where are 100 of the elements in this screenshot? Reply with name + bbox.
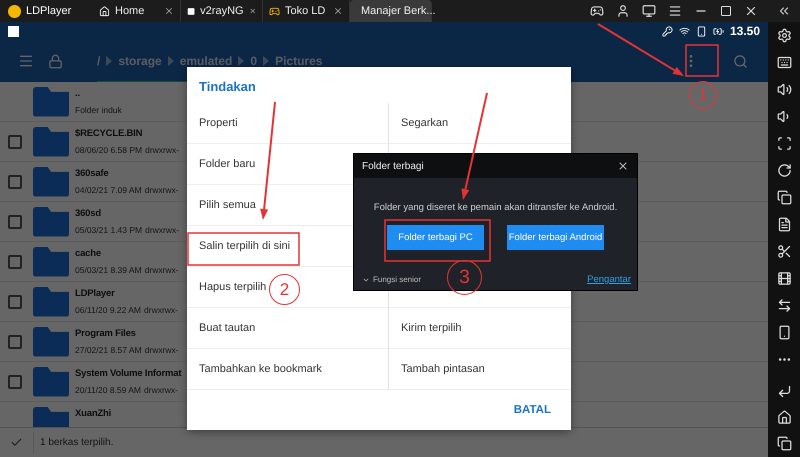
file-date: 05/03/21 1.43 PM <box>75 225 142 235</box>
file-date: 06/11/20 9.22 AM <box>75 305 142 315</box>
lock-icon[interactable] <box>48 54 63 68</box>
wifi-icon <box>678 26 690 36</box>
breadcrumb-arrow-icon <box>106 56 112 66</box>
folder-icon <box>33 166 69 196</box>
checkbox[interactable] <box>8 214 22 228</box>
home-icon[interactable] <box>776 410 792 425</box>
folder-icon <box>33 326 69 356</box>
key-icon <box>662 26 673 36</box>
file-name: 360safe <box>75 168 108 179</box>
file-permissions: drwxrwx- <box>144 265 179 275</box>
advanced-toggle[interactable]: Fungsi senior <box>362 275 422 284</box>
action-item[interactable]: Buat tautan <box>199 322 256 334</box>
recent-apps-icon[interactable] <box>776 436 792 451</box>
file-detail: Folder induk <box>75 105 122 115</box>
action-item[interactable]: Properti <box>199 117 238 129</box>
checkbox[interactable] <box>8 174 22 188</box>
file-permissions: drwxrwx- <box>144 185 179 195</box>
action-item[interactable]: Tambahkan ke bookmark <box>199 363 322 375</box>
windows-icon[interactable] <box>776 190 792 205</box>
file-name: $RECYCLE.BIN <box>75 128 142 139</box>
breadcrumb-arrow-icon <box>168 56 174 66</box>
action-item[interactable]: Segarkan <box>401 117 448 129</box>
file-name: .. <box>75 88 80 99</box>
dialog-message: Folder yang diseret ke pemain akan ditransfer ke Android. <box>372 202 618 213</box>
file-name: XuanZhi <box>75 408 112 419</box>
folder-icon <box>33 246 69 276</box>
close-tab-icon[interactable] <box>164 6 174 16</box>
action-item[interactable]: Folder baru <box>199 158 256 170</box>
checkbox[interactable] <box>8 334 22 348</box>
back-icon[interactable] <box>776 384 792 399</box>
gamepad-icon <box>269 6 280 16</box>
dialog-title: Tindakan <box>198 78 257 96</box>
video-icon[interactable] <box>776 271 792 286</box>
app-name: LDPlayer <box>26 5 72 17</box>
checkbox[interactable] <box>8 254 22 268</box>
folder-icon <box>33 366 69 396</box>
selection-status: 1 berkas terpilih. <box>39 437 114 448</box>
help-link[interactable]: Pengantar <box>587 274 631 285</box>
checkbox[interactable] <box>8 294 22 308</box>
document-icon[interactable] <box>776 217 792 232</box>
close-icon[interactable] <box>744 4 758 18</box>
file-date: 08/06/20 6.58 PM <box>75 145 142 155</box>
action-item[interactable]: Salin terpilih di sini <box>199 240 290 252</box>
rotate-icon[interactable] <box>776 163 792 178</box>
account-icon[interactable] <box>616 4 630 18</box>
battery-icon <box>712 26 724 36</box>
file-date: 27/02/21 8.57 AM <box>75 345 142 355</box>
action-item[interactable]: Tambah pintasan <box>401 363 485 375</box>
file-name: LDPlayer <box>75 288 115 299</box>
volume-down-icon[interactable] <box>776 109 792 124</box>
checkbox[interactable] <box>8 134 22 148</box>
file-name: System Volume Informat <box>75 368 182 379</box>
sim-card-icon <box>696 26 707 36</box>
step-number: 3 <box>447 260 482 295</box>
screen-frame-icon[interactable] <box>776 136 792 151</box>
file-permissions: drwxrwx- <box>144 385 178 395</box>
menu-icon[interactable] <box>668 4 682 18</box>
file-date: 05/03/21 8.39 AM <box>75 265 142 275</box>
volume-up-icon[interactable] <box>776 82 792 97</box>
file-name: cache <box>75 248 101 259</box>
dialog-title: Folder terbagi <box>362 160 424 172</box>
file-permissions: drwxrwx- <box>145 225 180 235</box>
logo <box>8 4 21 18</box>
file-date: 20/11/20 8.59 AM <box>75 385 142 395</box>
maximize-icon[interactable] <box>720 5 732 17</box>
transfer-icon[interactable] <box>776 298 792 313</box>
settings-icon[interactable] <box>776 28 792 43</box>
folder-icon <box>33 86 69 116</box>
browser-tab[interactable]: Manajer Berk... <box>350 0 432 22</box>
gamepad-icon[interactable] <box>590 4 604 18</box>
highlight-rectangle <box>685 44 719 77</box>
close-tab-icon[interactable] <box>248 6 256 16</box>
scissors-icon[interactable] <box>776 244 792 259</box>
file-name: 360sd <box>75 208 101 219</box>
step-number: 1 <box>689 81 717 109</box>
close-icon[interactable] <box>617 160 629 172</box>
folder-icon <box>33 206 69 236</box>
phone-icon[interactable] <box>776 325 792 340</box>
action-item[interactable]: Kirim terpilih <box>401 322 462 334</box>
action-item[interactable]: Pilih semua <box>199 199 256 211</box>
home-icon <box>99 6 110 16</box>
clock-time: 13.50 <box>730 24 760 38</box>
screen-icon[interactable] <box>642 4 656 18</box>
keyboard-icon[interactable] <box>776 55 792 70</box>
cancel-button[interactable]: BATAL <box>508 400 557 420</box>
file-permissions: drwxrwx- <box>144 345 179 355</box>
checkbox[interactable] <box>8 374 22 388</box>
file-permissions: drwxrwx- <box>145 145 180 155</box>
notification-icon <box>8 26 19 36</box>
file-name: Program Files <box>75 328 136 339</box>
step-number: 2 <box>269 274 300 305</box>
file-date: 04/02/21 7.09 AM <box>75 185 142 195</box>
folder-icon <box>33 126 69 156</box>
folder-icon <box>33 286 69 316</box>
close-tab-icon[interactable] <box>333 6 343 16</box>
search-icon[interactable] <box>733 54 748 68</box>
app-icon <box>187 6 196 16</box>
action-item[interactable]: Hapus terpilih <box>199 281 266 293</box>
